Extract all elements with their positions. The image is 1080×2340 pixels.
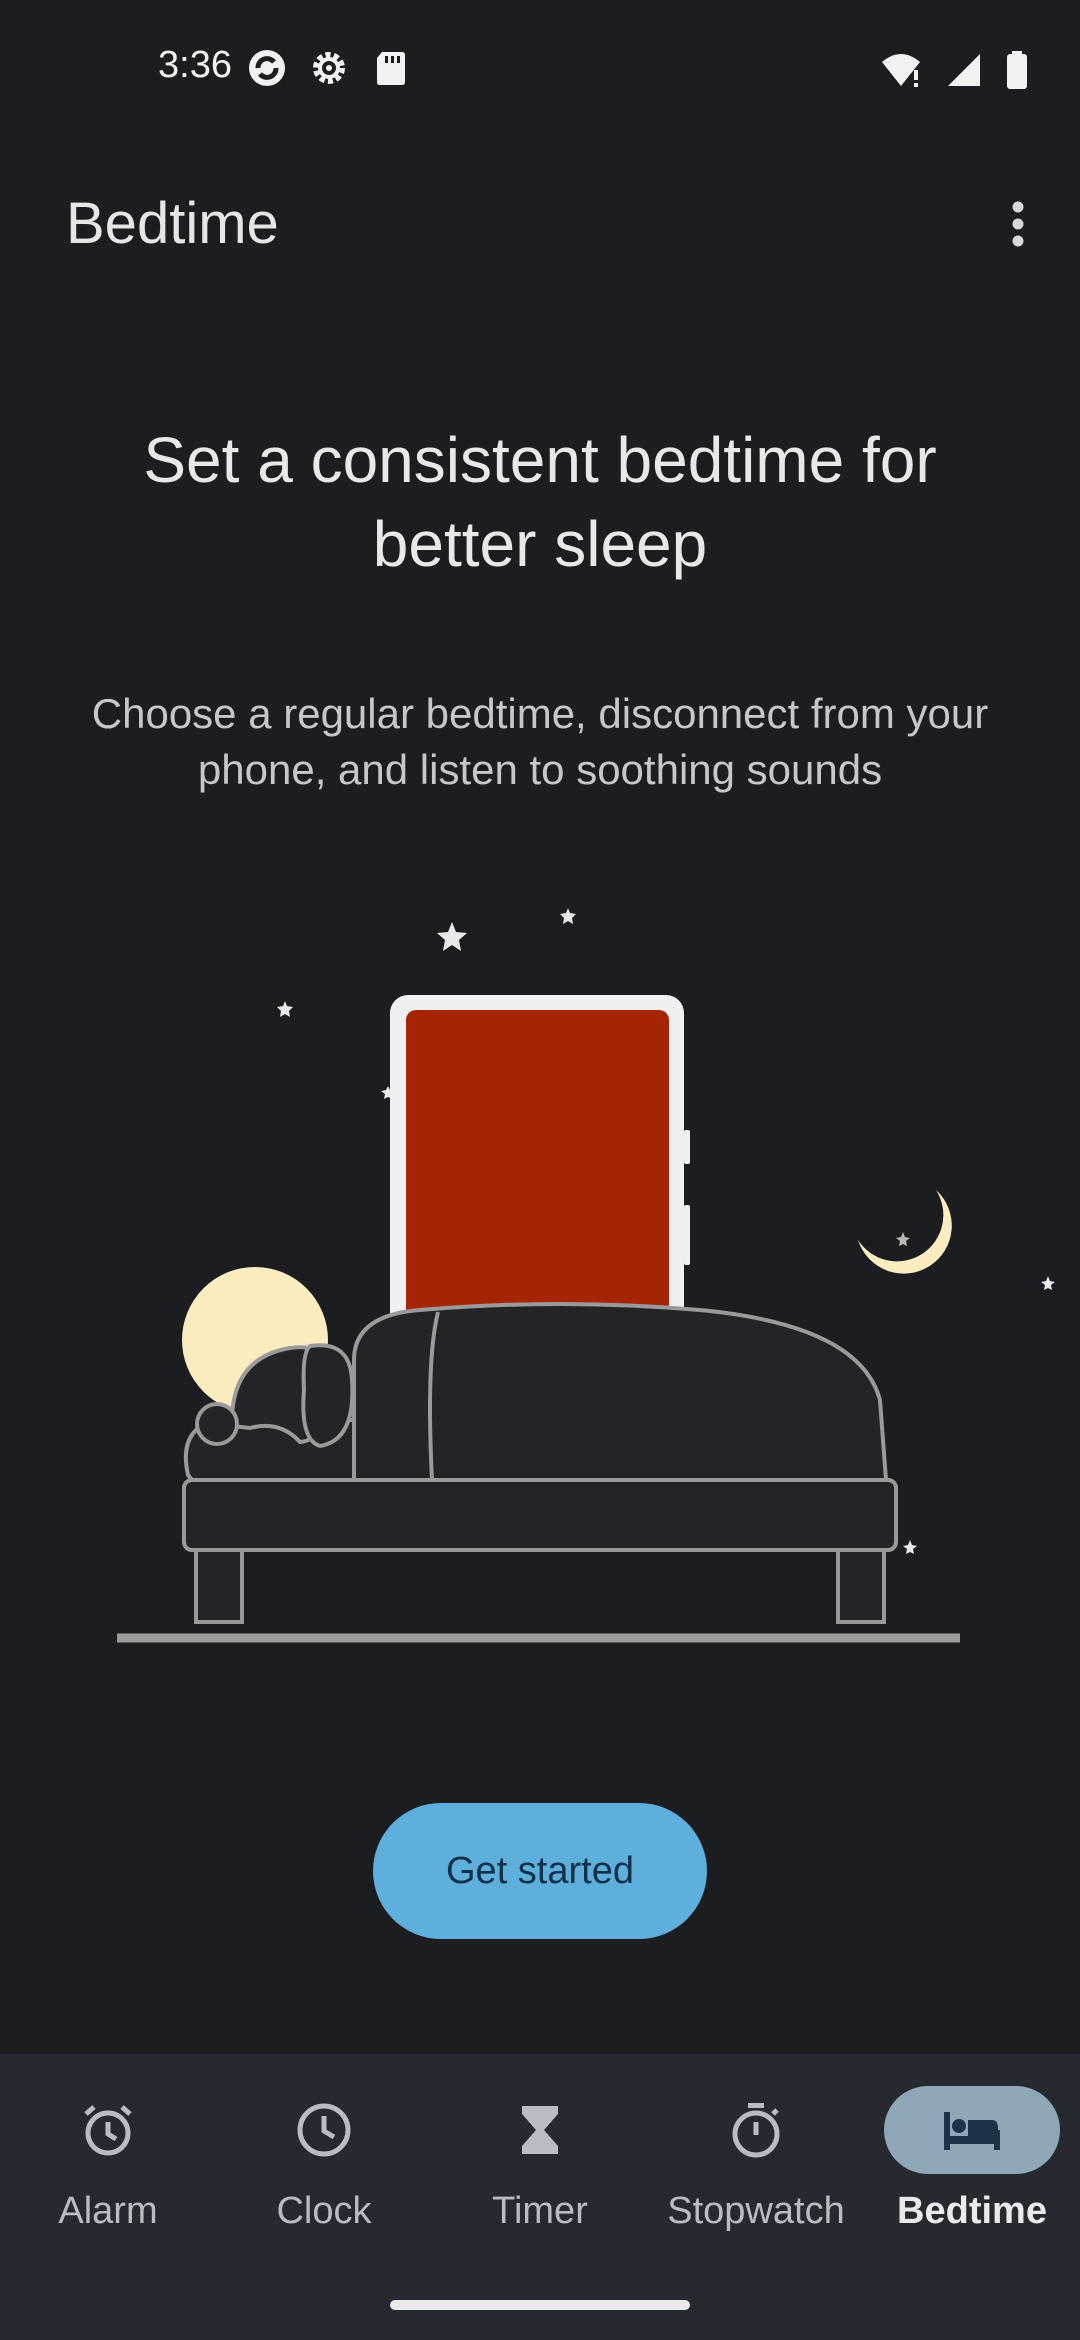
nav-label-clock: Clock — [276, 2190, 372, 2232]
nav-icon-container — [668, 2086, 844, 2174]
nav-item-timer[interactable]: Timer — [432, 2086, 648, 2286]
nav-label-bedtime: Bedtime — [897, 2190, 1047, 2232]
nav-active-pill — [884, 2086, 1060, 2174]
sd-card-icon — [370, 48, 412, 88]
page-title: Bedtime — [66, 191, 279, 256]
nav-item-clock[interactable]: Clock — [216, 2086, 432, 2286]
nav-item-bedtime[interactable]: Bedtime — [864, 2086, 1080, 2286]
phone-drawing — [390, 995, 690, 1335]
more-vert-icon — [1012, 201, 1024, 247]
sync-icon — [246, 48, 288, 88]
bed-icon — [944, 2112, 1000, 2150]
signal-icon — [942, 50, 984, 90]
onboarding-headline: Set a consistent bedtime for better slee… — [143, 424, 937, 580]
status-icons-right — [880, 50, 1030, 90]
get-started-button[interactable]: Get started — [373, 1803, 707, 1939]
onboarding-description: Choose a regular bedtime, disconnect fro… — [91, 690, 989, 793]
gesture-home-indicator[interactable] — [390, 2300, 690, 2310]
bedtime-illustration — [100, 890, 1060, 1670]
nav-item-stopwatch[interactable]: Stopwatch — [648, 2086, 864, 2286]
alarm-icon — [84, 2105, 132, 2156]
status-bar: 3:36 — [0, 0, 1080, 140]
more-options-button[interactable] — [992, 196, 1044, 252]
nav-icon-container — [20, 2086, 196, 2174]
nav-icon-container — [236, 2086, 412, 2174]
settings-icon — [308, 48, 350, 88]
moon-icon — [858, 1190, 952, 1274]
clock-icon — [297, 2103, 351, 2157]
nav-item-alarm[interactable]: Alarm — [0, 2086, 216, 2286]
nav-label-timer: Timer — [492, 2190, 588, 2232]
bedtime-screen: 3:36 Bedtime Set a consistent bedtime fo… — [0, 0, 1080, 2340]
battery-icon — [1004, 50, 1030, 90]
status-icons-left — [246, 48, 412, 88]
nav-label-alarm: Alarm — [58, 2190, 158, 2232]
bottom-navigation: Alarm Clock Timer Stopwatch Bedtime — [0, 2054, 1080, 2340]
stopwatch-icon — [732, 2103, 780, 2158]
hourglass-icon — [522, 2106, 558, 2154]
nav-icon-container — [452, 2086, 628, 2174]
nav-label-stopwatch: Stopwatch — [667, 2190, 845, 2232]
status-time: 3:36 — [158, 44, 232, 86]
wifi-icon — [880, 50, 922, 90]
